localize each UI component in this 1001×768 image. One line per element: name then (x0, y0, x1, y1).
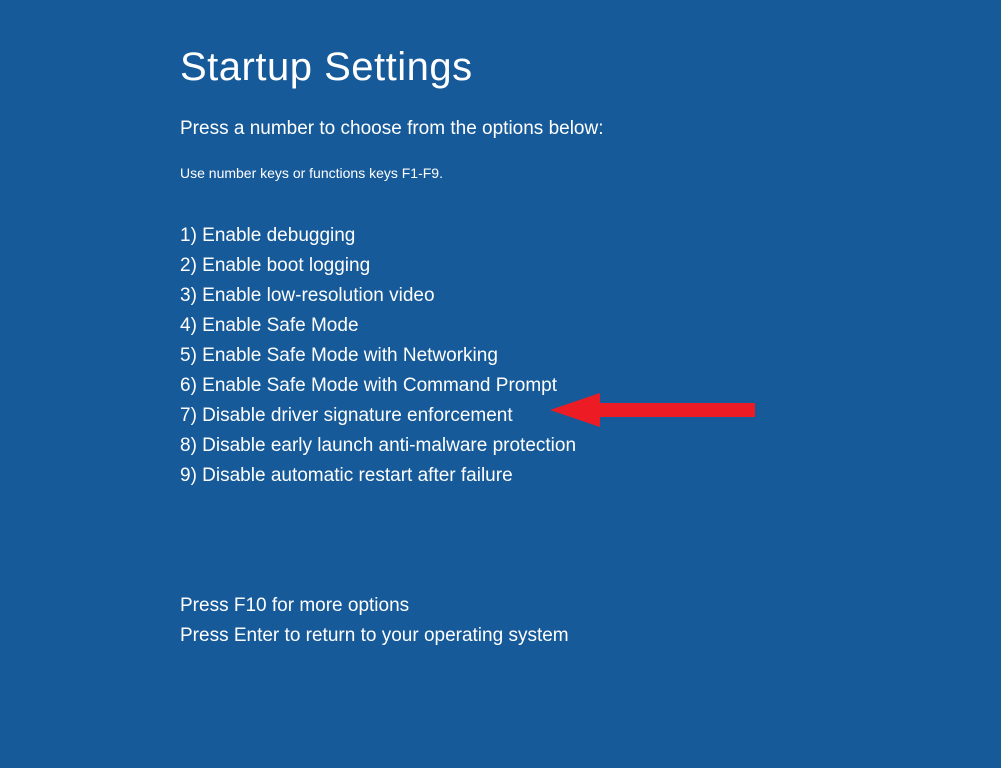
more-options-text: Press F10 for more options (180, 591, 1001, 621)
option-9-disable-auto-restart[interactable]: 9) Disable automatic restart after failu… (180, 461, 1001, 491)
option-4-safe-mode[interactable]: 4) Enable Safe Mode (180, 311, 1001, 341)
instruction-text: Press a number to choose from the option… (180, 118, 1001, 140)
option-3-low-res-video[interactable]: 3) Enable low-resolution video (180, 281, 1001, 311)
options-list: 1) Enable debugging 2) Enable boot loggi… (180, 221, 1001, 491)
option-5-safe-mode-networking[interactable]: 5) Enable Safe Mode with Networking (180, 341, 1001, 371)
option-2-boot-logging[interactable]: 2) Enable boot logging (180, 251, 1001, 281)
option-8-disable-anti-malware[interactable]: 8) Disable early launch anti-malware pro… (180, 431, 1001, 461)
startup-settings-screen: Startup Settings Press a number to choos… (0, 0, 1001, 651)
hint-text: Use number keys or functions keys F1-F9. (180, 165, 1001, 181)
option-1-debugging[interactable]: 1) Enable debugging (180, 221, 1001, 251)
annotation-arrow-icon (550, 393, 760, 427)
page-title: Startup Settings (180, 45, 1001, 90)
return-text: Press Enter to return to your operating … (180, 621, 1001, 651)
